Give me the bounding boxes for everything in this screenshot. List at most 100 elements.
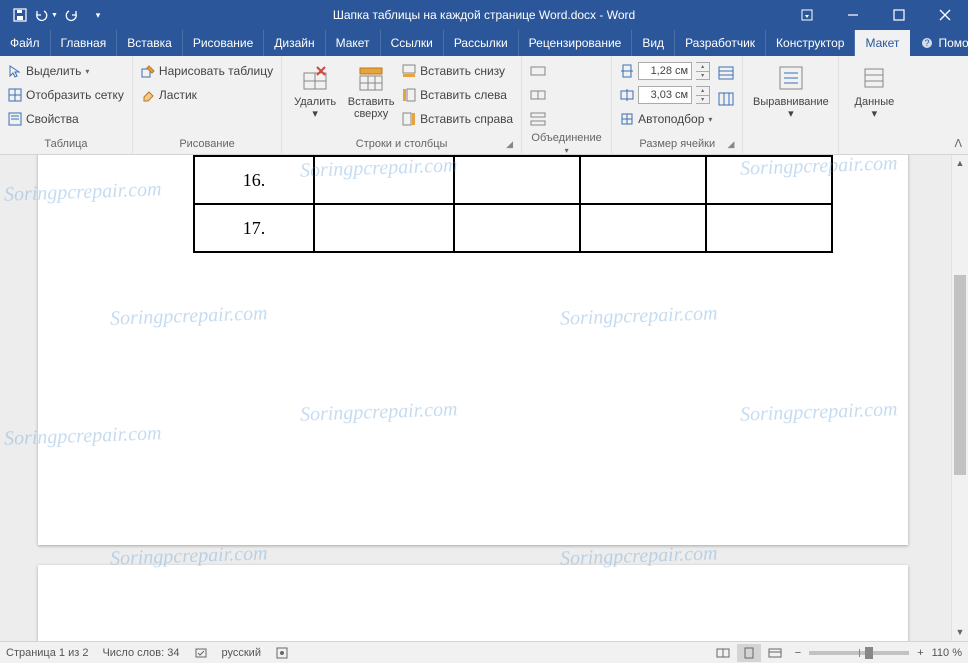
macro-icon [275,646,289,660]
word-count[interactable]: Число слов: 34 [102,647,179,659]
select-button[interactable]: Выделить▾ [8,60,124,82]
alignment-icon [778,65,804,91]
scroll-thumb[interactable] [954,275,966,475]
properties-button[interactable]: Свойства [8,108,124,130]
tab-references[interactable]: Ссылки [381,30,444,56]
tab-draw[interactable]: Рисование [183,30,264,56]
insert-left-button[interactable]: Вставить слева [402,84,513,106]
spell-check-button[interactable] [194,646,208,660]
read-mode-button[interactable] [711,644,735,662]
page-2: № п/п Исполнитель Задача Оценка Время 18… [38,565,908,641]
tab-layout[interactable]: Макет [326,30,381,56]
group-alignment: Выравнивание▾ [743,56,839,154]
group-alignment-label [751,148,830,154]
close-icon [939,9,951,21]
vertical-scrollbar[interactable]: ▲ ▼ [951,155,968,641]
tab-mailings[interactable]: Рассылки [444,30,519,56]
ribbon-tabs: Файл Главная Вставка Рисование Дизайн Ма… [0,30,968,56]
save-button[interactable] [8,3,32,27]
data-icon [861,65,887,91]
tab-insert[interactable]: Вставка [117,30,183,56]
distribute-cols-button[interactable] [718,88,734,110]
eraser-icon [141,88,155,102]
tab-home[interactable]: Главная [51,30,118,56]
height-icon [620,64,634,78]
row-height-field[interactable]: 1,28 см▴▾ [620,60,712,82]
pencil-table-icon [141,64,155,78]
ribbon-options-button[interactable] [784,0,830,30]
ribbon: Выделить▾ Отобразить сетку Свойства Табл… [0,56,968,155]
insert-below-button[interactable]: Вставить снизу [402,60,513,82]
quick-access-toolbar: ▼ ▾ [0,3,110,27]
web-layout-button[interactable] [763,644,787,662]
tab-developer[interactable]: Разработчик [675,30,766,56]
macro-button[interactable] [275,646,289,660]
maximize-button[interactable] [876,0,922,30]
scroll-down-arrow[interactable]: ▼ [952,624,968,641]
tab-table-design[interactable]: Конструктор [766,30,855,56]
group-merge: Объединение ▾ [522,56,612,154]
insert-above-button[interactable]: Вставить сверху [346,60,396,136]
insert-below-icon [402,64,416,78]
tab-design[interactable]: Дизайн [264,30,325,56]
page-indicator[interactable]: Страница 1 из 2 [6,647,88,659]
draw-table-button[interactable]: Нарисовать таблицу [141,60,273,82]
minimize-button[interactable] [830,0,876,30]
print-layout-button[interactable] [737,644,761,662]
merge-cells-button[interactable] [530,60,546,82]
maximize-icon [893,9,905,21]
spell-icon [194,646,208,660]
properties-icon [8,112,22,126]
help-label: Помощ [938,36,968,50]
ribbon-options-icon [800,8,814,22]
delete-button[interactable]: Удалить▾ [290,60,340,136]
merge-icon [530,64,546,78]
split-icon [530,88,546,102]
undo-button[interactable]: ▼ [34,3,58,27]
titlebar: ▼ ▾ Шапка таблицы на каждой странице Wor… [0,0,968,30]
width-icon [620,88,634,102]
grid-icon [8,88,22,102]
delete-icon [301,64,329,92]
group-cell-size: 1,28 см▴▾ 3,03 см▴▾ Автоподбор▾ Размер я… [612,56,743,154]
group-data-label [847,148,901,154]
insert-above-icon [357,64,385,92]
split-table-button[interactable] [530,108,546,130]
redo-button[interactable] [60,3,84,27]
view-buttons [711,644,787,662]
help-icon: ? [920,36,934,50]
zoom-out-button[interactable]: − [795,647,801,659]
eraser-button[interactable]: Ластик [141,84,273,106]
insert-right-icon [402,112,416,126]
minimize-icon [847,9,859,21]
autofit-button[interactable]: Автоподбор▾ [620,108,712,130]
distribute-rows-icon [718,66,734,80]
document-table-1[interactable]: 16. 17. [193,155,833,253]
distribute-cols-icon [718,92,734,106]
undo-icon [34,8,50,22]
distribute-rows-button[interactable] [718,62,734,84]
tab-view[interactable]: Вид [632,30,675,56]
split-cells-button[interactable] [530,84,546,106]
read-icon [716,647,730,659]
group-table: Выделить▾ Отобразить сетку Свойства Табл… [0,56,133,154]
redo-icon [65,8,79,22]
help-area[interactable]: ? Помощ [914,30,968,56]
collapse-ribbon-button[interactable]: ᐱ [954,137,962,150]
language-indicator[interactable]: русский [222,647,261,659]
scroll-up-arrow[interactable]: ▲ [952,155,968,172]
zoom-level[interactable]: 110 % [932,647,962,659]
cell-size-launcher[interactable]: ◢ [727,139,734,150]
tab-file[interactable]: Файл [0,30,51,56]
zoom-in-button[interactable]: + [917,647,923,659]
close-button[interactable] [922,0,968,30]
zoom-slider[interactable] [809,651,909,655]
insert-right-button[interactable]: Вставить справа [402,108,513,130]
page-icon [742,647,756,659]
qat-customize[interactable]: ▾ [86,3,110,27]
tab-table-layout[interactable]: Макет [855,30,910,56]
gridlines-button[interactable]: Отобразить сетку [8,84,124,106]
col-width-field[interactable]: 3,03 см▴▾ [620,84,712,106]
rows-cols-launcher[interactable]: ◢ [506,139,513,150]
tab-review[interactable]: Рецензирование [519,30,633,56]
